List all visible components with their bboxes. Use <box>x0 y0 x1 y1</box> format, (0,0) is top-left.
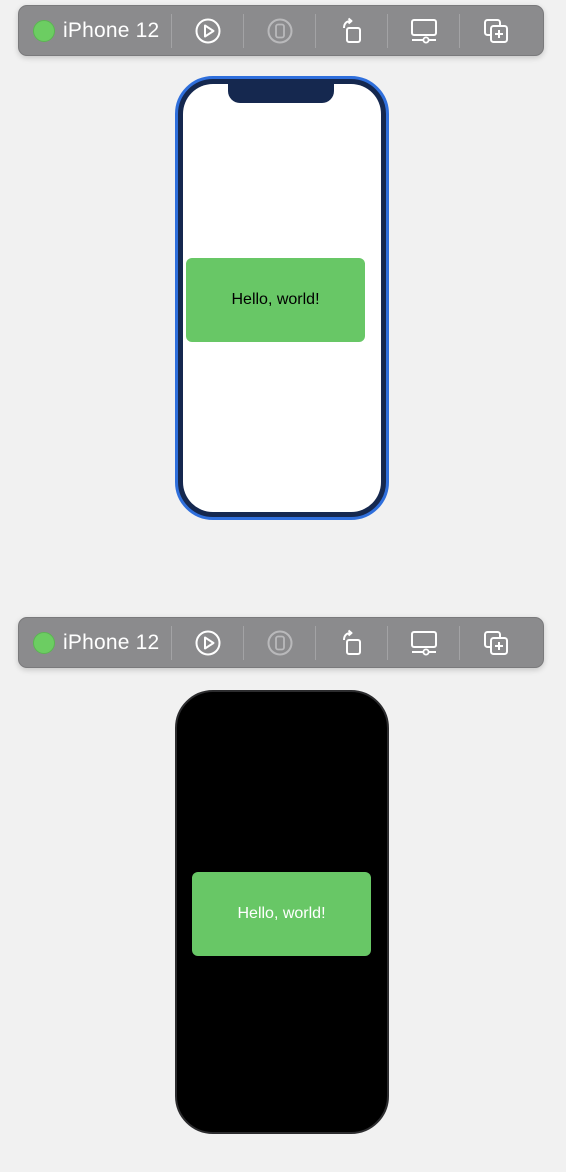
device-name: iPhone 12 <box>63 18 160 42</box>
rotate-device-button[interactable] <box>316 618 387 667</box>
hello-world-text-view[interactable]: Hello, world! <box>192 872 371 956</box>
live-preview-button[interactable] <box>172 618 243 667</box>
live-preview-icon <box>195 630 220 655</box>
preview-toolbar: iPhone 12 <box>18 5 544 56</box>
preview-light: iPhone 12 Hello, world! <box>0 0 566 560</box>
device-settings-button[interactable] <box>388 6 459 55</box>
device-settings-icon <box>410 18 437 43</box>
device-name: iPhone 12 <box>63 630 160 654</box>
preview-dark: iPhone 12 Hello, world! <box>0 612 566 1172</box>
rotate-device-icon <box>342 17 361 43</box>
live-preview-icon <box>195 18 220 43</box>
content-text: Hello, world! <box>237 905 326 922</box>
device-screen: Hello, world! <box>183 84 381 512</box>
rotate-device-button[interactable] <box>316 6 387 55</box>
device-button[interactable] <box>244 618 315 667</box>
device-frame[interactable]: Hello, world! <box>175 76 389 520</box>
device-notch <box>228 84 334 103</box>
hello-world-text-view[interactable]: Hello, world! <box>186 258 365 342</box>
device-icon <box>267 18 292 43</box>
device-settings-button[interactable] <box>388 618 459 667</box>
content-text: Hello, world! <box>231 291 320 308</box>
duplicate-preview-icon <box>483 18 508 43</box>
device-selector[interactable]: iPhone 12 <box>19 6 171 55</box>
device-settings-icon <box>410 630 437 655</box>
device-icon <box>267 630 292 655</box>
device-button[interactable] <box>244 6 315 55</box>
device-frame[interactable]: Hello, world! <box>175 690 389 1134</box>
status-dot-icon <box>33 631 55 654</box>
preview-toolbar: iPhone 12 <box>18 617 544 668</box>
duplicate-preview-icon <box>483 630 508 655</box>
status-dot-icon <box>33 19 55 42</box>
rotate-device-icon <box>342 629 361 655</box>
duplicate-preview-button[interactable] <box>460 6 531 55</box>
duplicate-preview-button[interactable] <box>460 618 531 667</box>
live-preview-button[interactable] <box>172 6 243 55</box>
device-selector[interactable]: iPhone 12 <box>19 618 171 667</box>
